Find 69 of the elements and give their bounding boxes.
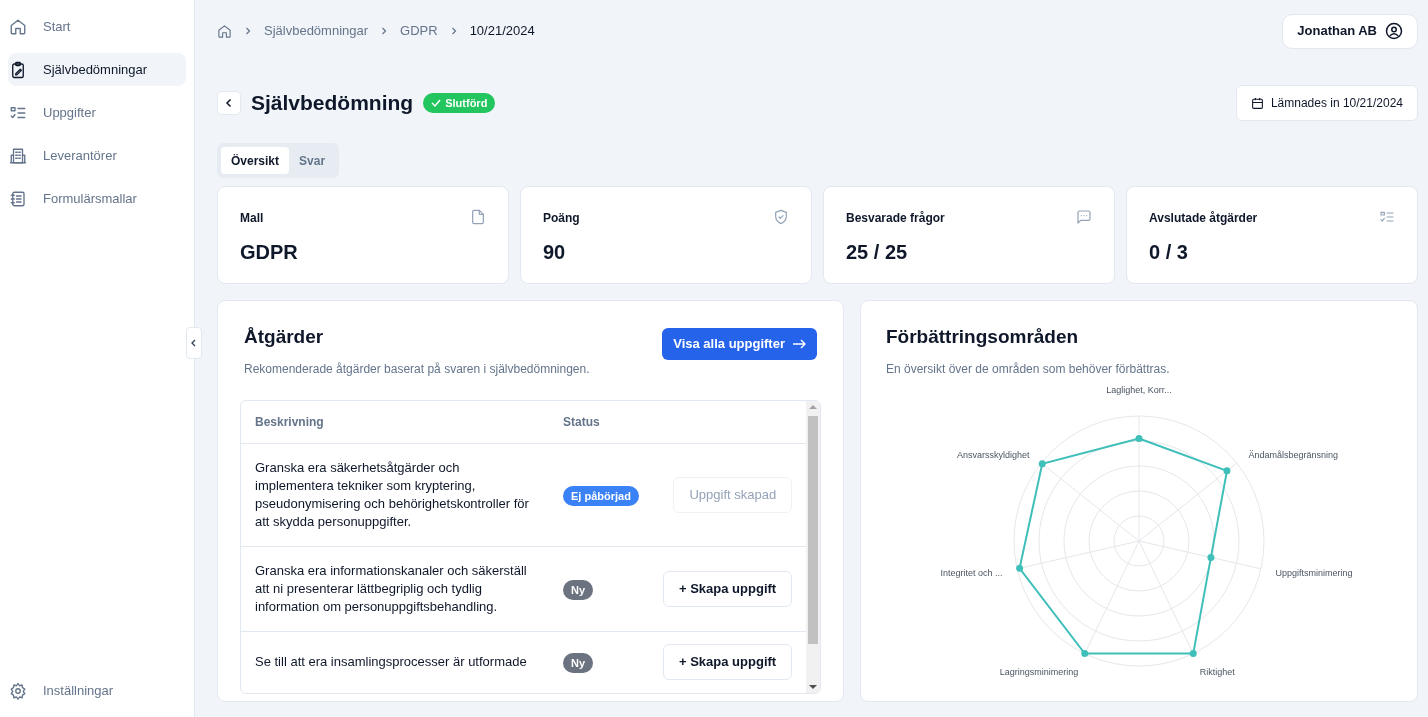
stat-label: Poäng: [543, 210, 580, 227]
checklist-icon: [1379, 209, 1395, 225]
scrollbar[interactable]: [806, 400, 820, 693]
page-title: Självbedömning: [251, 90, 414, 117]
status-badge: Ej påbörjad: [563, 485, 639, 506]
chevron-right-icon: [244, 27, 252, 35]
home-icon: [9, 17, 27, 36]
breadcrumb-link[interactable]: Självbedömningar: [264, 21, 369, 41]
chevron-left-icon: [190, 339, 198, 347]
card-title: Förbättringsområden: [886, 325, 1080, 349]
column-header: Beskrivning: [255, 413, 325, 431]
sidebar-item[interactable]: Självbedömningar: [8, 53, 186, 86]
task-description: Granska era informationskanaler och säkerställ att ni presenterar lättbegriplig och tydlig information om personuppgiftsbehandling.: [255, 561, 528, 616]
task-description: Granska era säkerhetsåtgärder och implementera tekniker som kryptering, pseudonymisering och behörighetskontroller för att skydda personuppgifter.: [255, 458, 530, 531]
task-description: Se till att era insamlingsprocesser är utformade: [255, 652, 528, 671]
column-header: Status: [563, 413, 601, 431]
status-badge: Ny: [563, 579, 594, 600]
stat-value: GDPR: [240, 240, 298, 265]
stat-value: 25 / 25: [846, 240, 909, 265]
radar-axis-label: Lagringsminimering: [999, 666, 1079, 677]
stat-value: 0 / 3: [1149, 240, 1189, 265]
collapse-sidebar-button[interactable]: [186, 327, 202, 359]
sidebar-item[interactable]: Leverantörer: [8, 139, 186, 172]
chevron-right-icon: [380, 27, 389, 35]
tab[interactable]: Svar: [289, 147, 336, 174]
home-icon[interactable]: [217, 23, 232, 39]
file-icon: [470, 209, 486, 225]
chat-bubble-icon: [1076, 209, 1092, 225]
card-subtitle: Rekomenderade åtgärder baserat på svaren i självbedömningen.: [244, 360, 590, 378]
radar-axis-label: Laglighet, Korr...: [1106, 385, 1172, 395]
sidebar-item[interactable]: Uppgifter: [8, 96, 186, 129]
tab[interactable]: Översikt: [221, 147, 290, 174]
status-badge: Ny: [563, 652, 594, 673]
radar-axis-label: Uppgiftsminimering: [1275, 567, 1353, 578]
create-task-button[interactable]: + Skapa uppgift: [663, 570, 793, 607]
stat-label: Besvarade frågor: [846, 210, 945, 227]
notebook-icon: [9, 189, 27, 208]
back-button[interactable]: [217, 91, 241, 115]
chevron-left-icon: [224, 98, 234, 108]
settings-icon: [9, 681, 27, 700]
building-icon: [9, 146, 27, 165]
status-badge: Slutförd: [423, 93, 496, 113]
account-button[interactable]: Jonathan AB: [1282, 13, 1418, 49]
arrow-right-icon: [792, 339, 806, 349]
view-all-tasks-button[interactable]: Visa alla uppgifter: [662, 328, 817, 360]
calendar-icon: [1250, 96, 1264, 110]
check-icon: [431, 98, 442, 108]
chevron-right-icon: [449, 27, 458, 35]
submitted-date-button[interactable]: Lämnades in 10/21/2024: [1235, 85, 1418, 121]
user-circle-icon: [1385, 22, 1403, 40]
scroll-down-icon: [809, 683, 818, 690]
scrollbar-thumb[interactable]: [808, 415, 819, 644]
sidebar-item[interactable]: Inställningar: [8, 674, 114, 707]
breadcrumb-link[interactable]: GDPR: [400, 21, 438, 41]
card-subtitle: En översikt över de områden som behöver förbättras.: [886, 360, 1171, 378]
scroll-up-icon: [809, 403, 818, 410]
stat-value: 90: [543, 240, 567, 265]
clipboard-icon: [9, 60, 27, 79]
sidebar-item[interactable]: Formulärsmallar: [8, 182, 186, 215]
radar-axis-label: Ansvarsskyldighet: [957, 449, 1030, 460]
card-title: Åtgärder: [244, 325, 325, 349]
radar-axis-label: Ändamålsbegränsning: [1248, 449, 1338, 460]
stat-label: Mall: [240, 210, 265, 227]
radar-axis-label: Riktighet: [1199, 666, 1235, 677]
radar-axis-label: Integritet och ...: [940, 567, 1003, 578]
shield-check-icon: [773, 209, 789, 225]
stat-label: Avslutade åtgärder: [1149, 210, 1258, 227]
sidebar-item[interactable]: Start: [8, 10, 186, 43]
create-task-button[interactable]: + Skapa uppgift: [663, 643, 793, 680]
